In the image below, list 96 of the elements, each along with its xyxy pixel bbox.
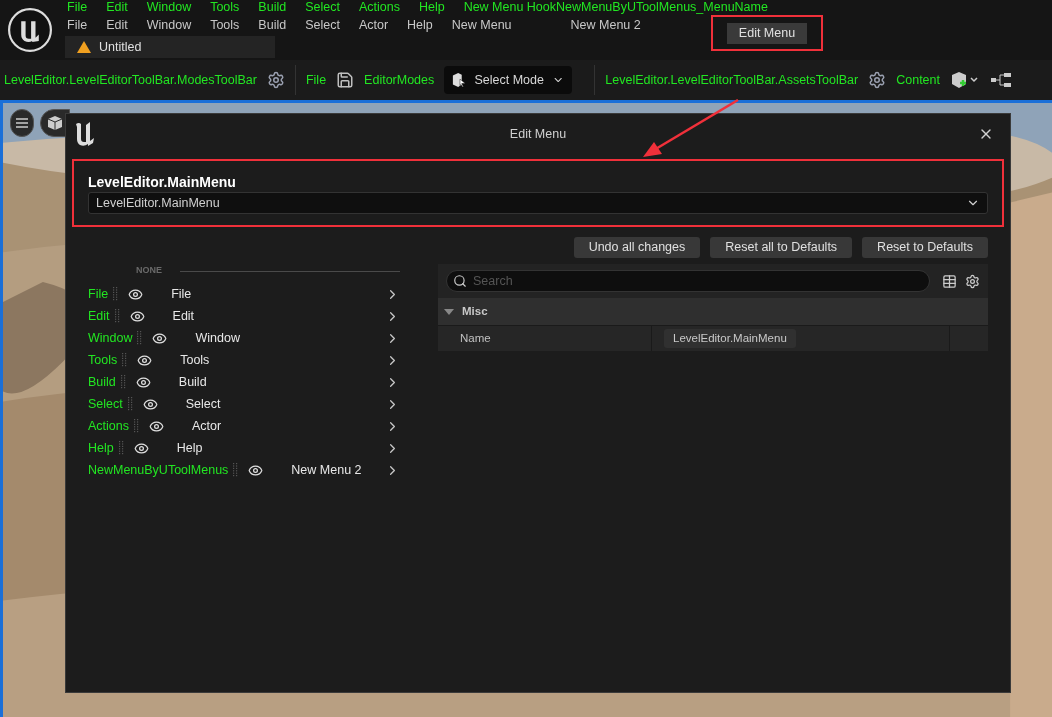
save-icon[interactable] xyxy=(336,71,355,89)
action-button[interactable]: Reset all to Defaults xyxy=(710,237,853,258)
menu-entry[interactable]: Window Window xyxy=(88,327,400,349)
menu-title[interactable]: Tools xyxy=(210,0,240,14)
drag-handle-icon[interactable] xyxy=(137,331,143,345)
tab-title: Untitled xyxy=(99,38,142,56)
menu-title[interactable]: New Menu xyxy=(451,15,512,35)
property-name: Name xyxy=(460,330,491,346)
cube-icon xyxy=(47,115,63,131)
warning-icon xyxy=(77,41,91,53)
toolbar-name: LevelEditor.LevelEditorToolBar.ModesToolBar xyxy=(4,71,257,89)
visibility-icon[interactable] xyxy=(149,418,164,434)
visibility-icon[interactable] xyxy=(142,396,158,412)
menu-title[interactable]: Actor xyxy=(358,15,389,35)
drag-handle-icon[interactable] xyxy=(113,287,119,301)
menu-entry[interactable]: Edit Edit xyxy=(88,305,400,327)
entry-label: File xyxy=(171,285,192,303)
search-icon xyxy=(453,274,467,288)
settings-icon[interactable] xyxy=(965,273,980,289)
entry-name: Window xyxy=(88,329,133,347)
property-value: LevelEditor.MainMenu xyxy=(664,329,796,348)
entry-label: Window xyxy=(195,329,240,347)
document-tab[interactable]: Untitled xyxy=(65,36,275,58)
menu-title[interactable]: Window xyxy=(146,15,192,35)
menu-entry[interactable]: Select Select xyxy=(88,393,400,415)
entry-name: Actions xyxy=(88,417,129,435)
drag-handle-icon[interactable] xyxy=(127,397,133,411)
entry-label: Select xyxy=(185,395,221,413)
entry-name: Build xyxy=(88,373,116,391)
menu-title[interactable]: New Menu HookNewMenuByUToolMenus_MenuName xyxy=(463,0,768,14)
menu-entry[interactable]: NewMenuByUToolMenus New Menu 2 xyxy=(88,459,400,481)
menu-title[interactable]: New Menu 2 xyxy=(570,15,641,35)
menu-title[interactable]: Edit xyxy=(106,15,128,35)
entry-label: Tools xyxy=(180,351,210,369)
menu-entry[interactable]: Help Help xyxy=(88,437,400,459)
menu-title[interactable]: Actions xyxy=(358,0,400,14)
menu-entry[interactable]: Tools Tools xyxy=(88,349,400,371)
search-field[interactable]: Search xyxy=(446,270,930,292)
drag-handle-icon[interactable] xyxy=(120,375,126,389)
drag-handle-icon[interactable] xyxy=(118,441,124,455)
menu-title[interactable]: File xyxy=(67,0,88,14)
menu-title[interactable]: Build xyxy=(258,0,287,14)
menu-name-dropdown[interactable]: LevelEditor.MainMenu xyxy=(88,192,988,214)
entry-name: NewMenuByUToolMenus xyxy=(88,461,229,479)
entry-label: Help xyxy=(176,439,203,457)
editor-modes-label: EditorModes xyxy=(364,71,435,89)
entry-label: New Menu 2 xyxy=(291,461,362,479)
menu-title[interactable]: Edit xyxy=(106,0,128,14)
drag-handle-icon[interactable] xyxy=(233,463,239,477)
menu-title[interactable]: Tools xyxy=(210,15,240,35)
visibility-icon[interactable] xyxy=(248,462,264,478)
dialog-title: Edit Menu xyxy=(509,125,567,143)
entry-label: Edit xyxy=(172,307,195,325)
menu-title[interactable]: File xyxy=(67,15,88,35)
engine-logo-icon xyxy=(8,8,52,52)
menu-title[interactable]: Help xyxy=(407,15,433,35)
menu-entry[interactable]: File File xyxy=(88,283,400,305)
visibility-icon[interactable] xyxy=(137,352,153,368)
select-mode-dropdown[interactable]: Select Mode xyxy=(444,66,573,94)
entry-name: Tools xyxy=(88,351,118,369)
action-button[interactable]: Reset to Defaults xyxy=(862,237,988,258)
menu-entry[interactable]: Build Build xyxy=(88,371,400,393)
settings-icon[interactable] xyxy=(868,71,887,89)
menu-title[interactable]: Window xyxy=(146,0,192,14)
entry-label: Actor xyxy=(192,417,222,435)
table-view-icon[interactable] xyxy=(942,273,957,289)
entry-name: Help xyxy=(88,439,114,457)
section-header: NONE xyxy=(136,264,162,278)
drag-handle-icon[interactable] xyxy=(114,309,120,323)
visibility-icon[interactable] xyxy=(133,440,149,456)
toolbar-name: LevelEditor.LevelEditorToolBar.AssetsToolBar xyxy=(605,71,859,89)
visibility-icon[interactable] xyxy=(152,330,168,346)
menu-title[interactable]: Help xyxy=(418,0,445,14)
visibility-icon[interactable] xyxy=(129,308,145,324)
menu-title[interactable]: Select xyxy=(305,0,340,14)
edit-menu-button[interactable]: Edit Menu xyxy=(726,22,808,44)
entry-name: Edit xyxy=(88,307,110,325)
entry-label: Build xyxy=(178,373,207,391)
settings-icon[interactable] xyxy=(266,71,285,89)
entry-name: File xyxy=(88,285,109,303)
drag-handle-icon[interactable] xyxy=(134,419,139,433)
menu-entry[interactable]: Actions Actor xyxy=(88,415,400,437)
menu-title[interactable]: Build xyxy=(258,15,287,35)
drag-handle-icon[interactable] xyxy=(122,353,128,367)
cursor-cube-icon xyxy=(452,71,467,89)
add-cube-icon[interactable] xyxy=(950,70,980,90)
content-label: Content xyxy=(896,71,940,89)
visibility-icon[interactable] xyxy=(135,374,151,390)
search-input[interactable]: Search xyxy=(473,271,923,291)
category-header[interactable]: Misc xyxy=(438,298,988,325)
file-label: File xyxy=(305,71,327,89)
entry-name: Select xyxy=(88,395,123,413)
menu-name-label: LevelEditor.MainMenu xyxy=(88,173,237,191)
visibility-icon[interactable] xyxy=(128,286,144,302)
menu-title[interactable]: Select xyxy=(305,15,340,35)
action-button[interactable]: Undo all changes xyxy=(573,237,701,258)
